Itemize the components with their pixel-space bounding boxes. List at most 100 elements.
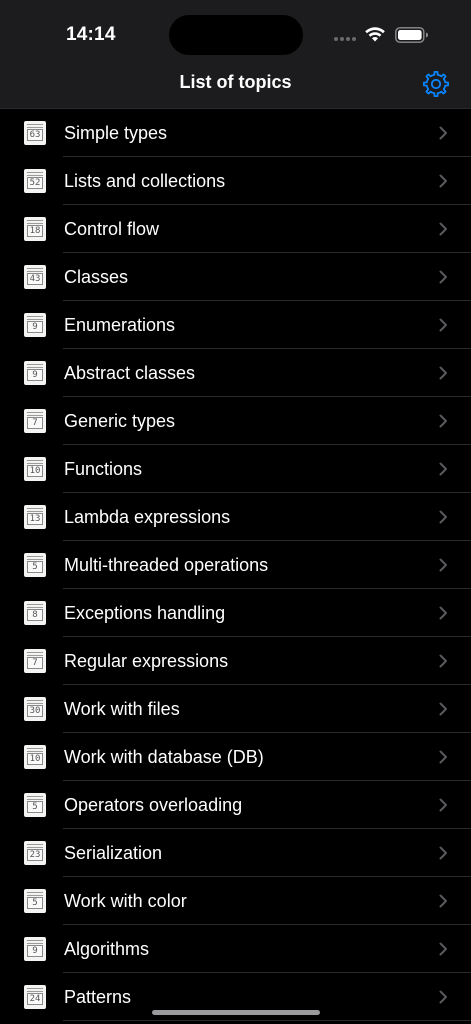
list-item[interactable]: 5 Multi-threaded operations bbox=[0, 541, 471, 589]
list-item[interactable]: 9 Abstract classes bbox=[0, 349, 471, 397]
topic-count: 13 bbox=[27, 513, 43, 525]
topic-label: Serialization bbox=[64, 843, 163, 863]
list-item[interactable]: 9 Algorithms bbox=[0, 925, 471, 973]
chevron-right-icon bbox=[439, 414, 447, 428]
list-item[interactable]: 63 Simple types bbox=[0, 109, 471, 157]
topic-count: 9 bbox=[27, 945, 43, 957]
topic-label: Classes bbox=[64, 267, 129, 287]
chevron-right-icon bbox=[439, 798, 447, 812]
topic-count-icon: 9 bbox=[24, 937, 46, 961]
topic-count: 9 bbox=[27, 369, 43, 381]
battery-icon bbox=[395, 27, 428, 43]
list-item[interactable]: 10 Work with database (DB) bbox=[0, 733, 471, 781]
topic-count: 23 bbox=[27, 849, 43, 861]
topic-label: Lambda expressions bbox=[64, 507, 231, 527]
topic-label: Operators overloading bbox=[64, 795, 243, 815]
chevron-right-icon bbox=[439, 558, 447, 572]
list-item[interactable]: 13 Lambda expressions bbox=[0, 493, 471, 541]
topic-count-icon: 30 bbox=[24, 697, 46, 721]
topic-list: 63 Simple types 52 Lists and collections 18 C… bbox=[0, 109, 471, 1021]
screen: 14:14 List of topics 63 Simple types 52 Lis… bbox=[0, 0, 471, 1024]
topic-count-icon: 52 bbox=[24, 169, 46, 193]
topic-count-icon: 18 bbox=[24, 217, 46, 241]
status-time: 14:14 bbox=[66, 24, 116, 45]
chevron-right-icon bbox=[439, 462, 447, 476]
topic-label: Work with color bbox=[64, 891, 187, 911]
topic-count-icon: 8 bbox=[24, 601, 46, 625]
topic-label: Regular expressions bbox=[64, 651, 229, 671]
topic-label: Functions bbox=[64, 459, 143, 479]
topic-count: 10 bbox=[27, 465, 43, 477]
topic-count-icon: 7 bbox=[24, 409, 46, 433]
topic-label: Abstract classes bbox=[64, 363, 196, 383]
list-item[interactable]: 52 Lists and collections bbox=[0, 157, 471, 205]
chevron-right-icon bbox=[439, 654, 447, 668]
topic-label: Patterns bbox=[64, 987, 132, 1007]
chevron-right-icon bbox=[439, 318, 447, 332]
chevron-right-icon bbox=[439, 126, 447, 140]
topic-label: Generic types bbox=[64, 411, 176, 431]
chevron-right-icon bbox=[439, 222, 447, 236]
list-item[interactable]: 5 Work with color bbox=[0, 877, 471, 925]
topic-count-icon: 7 bbox=[24, 649, 46, 673]
cellular-signal-icon bbox=[334, 37, 356, 41]
topic-count: 7 bbox=[27, 417, 43, 429]
topic-count: 8 bbox=[27, 609, 43, 621]
list-item[interactable]: 7 Generic types bbox=[0, 397, 471, 445]
topic-label: Exceptions handling bbox=[64, 603, 226, 623]
topic-label: Control flow bbox=[64, 219, 160, 239]
topic-count-icon: 23 bbox=[24, 841, 46, 865]
wifi-icon bbox=[365, 27, 385, 42]
chevron-right-icon bbox=[439, 174, 447, 188]
chevron-right-icon bbox=[439, 990, 447, 1004]
dynamic-island bbox=[169, 15, 303, 55]
topic-label: Lists and collections bbox=[64, 171, 226, 191]
chevron-right-icon bbox=[439, 894, 447, 908]
list-item[interactable]: 5 Operators overloading bbox=[0, 781, 471, 829]
chevron-right-icon bbox=[439, 270, 447, 284]
list-item[interactable]: 18 Control flow bbox=[0, 205, 471, 253]
topic-count-icon: 5 bbox=[24, 793, 46, 817]
chevron-right-icon bbox=[439, 606, 447, 620]
chevron-right-icon bbox=[439, 510, 447, 524]
list-item[interactable]: 23 Serialization bbox=[0, 829, 471, 877]
topic-count-icon: 5 bbox=[24, 553, 46, 577]
topic-count-icon: 9 bbox=[24, 313, 46, 337]
list-item[interactable]: 30 Work with files bbox=[0, 685, 471, 733]
chevron-right-icon bbox=[439, 366, 447, 380]
list-item[interactable]: 9 Enumerations bbox=[0, 301, 471, 349]
topic-count: 7 bbox=[27, 657, 43, 669]
chevron-right-icon bbox=[439, 702, 447, 716]
list-item[interactable]: 7 Regular expressions bbox=[0, 637, 471, 685]
topic-count-icon: 10 bbox=[24, 745, 46, 769]
topic-count: 63 bbox=[27, 129, 43, 141]
topic-count-icon: 63 bbox=[24, 121, 46, 145]
topic-count: 5 bbox=[27, 561, 43, 573]
home-indicator bbox=[152, 1010, 320, 1015]
list-item[interactable]: 43 Classes bbox=[0, 253, 471, 301]
topic-label: Work with database (DB) bbox=[64, 747, 264, 767]
topic-label: Enumerations bbox=[64, 315, 176, 335]
topic-label: Simple types bbox=[64, 123, 168, 143]
gear-icon[interactable] bbox=[422, 70, 450, 98]
topic-count: 43 bbox=[27, 273, 43, 285]
topic-count-icon: 10 bbox=[24, 457, 46, 481]
topic-count-icon: 9 bbox=[24, 361, 46, 385]
list-item[interactable]: 8 Exceptions handling bbox=[0, 589, 471, 637]
topic-count: 52 bbox=[27, 177, 43, 189]
topic-count: 24 bbox=[27, 993, 43, 1005]
topic-label: Work with files bbox=[64, 699, 180, 719]
topic-count: 5 bbox=[27, 897, 43, 909]
topic-count-icon: 24 bbox=[24, 985, 46, 1009]
chevron-right-icon bbox=[439, 942, 447, 956]
topic-count: 5 bbox=[27, 801, 43, 813]
topic-count-icon: 13 bbox=[24, 505, 46, 529]
topic-count: 18 bbox=[27, 225, 43, 237]
topic-label: Algorithms bbox=[64, 939, 150, 959]
page-title: List of topics bbox=[179, 72, 292, 92]
topic-count: 9 bbox=[27, 321, 43, 333]
list-item[interactable]: 10 Functions bbox=[0, 445, 471, 493]
topic-label: Multi-threaded operations bbox=[64, 555, 269, 575]
navigation-bar: 14:14 List of topics bbox=[0, 0, 471, 109]
topic-count: 10 bbox=[27, 753, 43, 765]
